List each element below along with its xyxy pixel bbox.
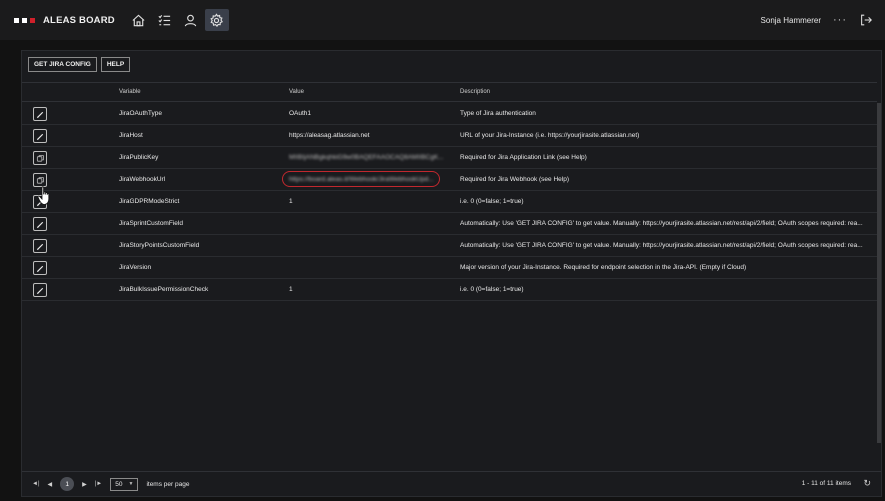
- pencil-icon: [36, 132, 45, 141]
- variable-cell: JiraGDPRModeStrict: [119, 198, 180, 205]
- table-row[interactable]: JiraPublicKey MIIBIjANBgkqhkiG9w0BAQEFAAO…: [22, 147, 877, 169]
- logo-square-1: [14, 17, 19, 23]
- value-cell: https://aleasag.atlassian.net: [289, 132, 370, 139]
- value-cell: MIIBIjANBgkqhkiG9w0BAQEFAAOCAQ8AMIIBCgK.…: [289, 154, 444, 161]
- table-row[interactable]: JiraGDPRModeStrict 1 i.e. 0 (0=false; 1=tr…: [22, 191, 877, 213]
- user-icon[interactable]: [179, 9, 203, 31]
- pencil-icon: [36, 286, 45, 295]
- table-row[interactable]: JiraWebhookUrl https://board.aleas.it/Web…: [22, 169, 877, 191]
- next-page-icon[interactable]: ▶: [82, 481, 87, 488]
- value-cell: 1: [289, 286, 293, 293]
- grid-header: Variable Value Description: [22, 82, 877, 102]
- variable-cell: JiraSprintCustomField: [119, 220, 183, 227]
- home-icon[interactable]: [127, 9, 151, 31]
- table-row[interactable]: JiraOAuthType OAuth1 Type of Jira authenti…: [22, 103, 877, 125]
- value-cell: https://board.aleas.it/Webhook/JiraWebho…: [289, 176, 434, 183]
- page-size-select[interactable]: 50 ▼: [110, 477, 139, 491]
- column-header-value[interactable]: Value: [289, 89, 304, 95]
- config-panel: GET JIRA CONFIG HELP Variable Value Desc…: [21, 50, 882, 497]
- app-logo[interactable]: ALEAS BOARD: [14, 15, 115, 26]
- pencil-icon: [36, 220, 45, 229]
- description-cell: Automatically: Use 'GET JIRA CONFIG' to …: [460, 220, 863, 227]
- edit-button[interactable]: [33, 261, 47, 275]
- item-count: 1 - 11 of 11 items: [801, 480, 851, 487]
- variable-cell: JiraOAuthType: [119, 110, 162, 117]
- pager: ◄| ◀ 1 ▶ |► 50 ▼ items per page 1 - 11 o…: [22, 471, 881, 496]
- user-area: Sonja Hammerer ···: [761, 0, 873, 40]
- copy-button[interactable]: [33, 151, 47, 165]
- variable-cell: JiraVersion: [119, 264, 152, 271]
- last-page-icon[interactable]: |►: [95, 481, 103, 487]
- column-header-variable[interactable]: Variable: [119, 89, 141, 95]
- edit-button[interactable]: [33, 107, 47, 121]
- logout-icon[interactable]: [859, 13, 873, 27]
- description-cell: i.e. 0 (0=false; 1=true): [460, 198, 524, 205]
- main-nav: [127, 9, 229, 31]
- table-row[interactable]: JiraVersion Major version of your Jira-In…: [22, 257, 877, 279]
- edit-button[interactable]: [33, 239, 47, 253]
- checklist-icon[interactable]: [153, 9, 177, 31]
- refresh-icon[interactable]: ↻: [863, 478, 871, 489]
- more-menu-icon[interactable]: ···: [833, 14, 847, 26]
- variable-cell: JiraWebhookUrl: [119, 176, 166, 183]
- pencil-icon: [36, 242, 45, 251]
- page-number-button[interactable]: 1: [60, 477, 75, 491]
- variable-cell: JiraBulkIssuePermissionCheck: [119, 286, 209, 293]
- description-cell: Automatically: Use 'GET JIRA CONFIG' to …: [460, 242, 863, 249]
- get-jira-config-button[interactable]: GET JIRA CONFIG: [28, 57, 97, 72]
- variable-cell: JiraHost: [119, 132, 143, 139]
- variable-cell: JiraPublicKey: [119, 154, 159, 161]
- app-title: ALEAS BOARD: [43, 14, 115, 26]
- value-cell: 1: [289, 198, 293, 205]
- description-cell: Major version of your Jira-Instance. Req…: [460, 264, 747, 271]
- description-cell: Required for Jira Webhook (see Help): [460, 176, 569, 183]
- description-cell: URL of your Jira-Instance (i.e. https://…: [460, 132, 640, 139]
- pager-controls: ◄| ◀ 1 ▶ |► 50 ▼ items per page: [32, 477, 189, 491]
- prev-page-icon[interactable]: ◀: [48, 481, 53, 488]
- description-cell: Type of Jira authentication: [460, 110, 536, 117]
- table-row[interactable]: JiraBulkIssuePermissionCheck 1 i.e. 0 (0=f…: [22, 279, 877, 301]
- page-size-value: 50: [115, 480, 123, 488]
- logo-square-2: [22, 17, 27, 23]
- logo-square-3: [30, 17, 35, 23]
- settings-icon[interactable]: [204, 9, 229, 31]
- copy-icon: [36, 154, 45, 163]
- hand-cursor-icon: [37, 186, 50, 205]
- first-page-icon[interactable]: ◄|: [32, 481, 40, 487]
- description-cell: i.e. 0 (0=false; 1=true): [460, 286, 524, 293]
- top-bar: ALEAS BOARD Sonja Hammerer ···: [0, 0, 885, 40]
- column-header-description[interactable]: Description: [460, 89, 490, 95]
- value-cell: OAuth1: [289, 110, 312, 117]
- pencil-icon: [36, 264, 45, 273]
- description-cell: Required for Jira Application Link (see …: [460, 154, 587, 161]
- user-name[interactable]: Sonja Hammerer: [761, 16, 821, 25]
- edit-button[interactable]: [33, 217, 47, 231]
- chevron-down-icon: ▼: [128, 481, 134, 487]
- table-row[interactable]: JiraSprintCustomField Automatically: Use …: [22, 213, 877, 235]
- table-row[interactable]: JiraHost https://aleasag.atlassian.net URL…: [22, 125, 877, 147]
- page-size-label: items per page: [146, 480, 190, 488]
- toolbar: GET JIRA CONFIG HELP: [28, 57, 131, 72]
- edit-button[interactable]: [33, 129, 47, 143]
- table-row[interactable]: JiraStoryPointsCustomField Automatically:…: [22, 235, 877, 257]
- edit-button[interactable]: [33, 283, 47, 297]
- copy-icon: [36, 176, 45, 185]
- variable-cell: JiraStoryPointsCustomField: [119, 242, 200, 249]
- pencil-icon: [36, 110, 45, 119]
- copy-button[interactable]: [33, 173, 47, 187]
- help-button[interactable]: HELP: [100, 57, 131, 72]
- vertical-scrollbar[interactable]: [877, 103, 881, 443]
